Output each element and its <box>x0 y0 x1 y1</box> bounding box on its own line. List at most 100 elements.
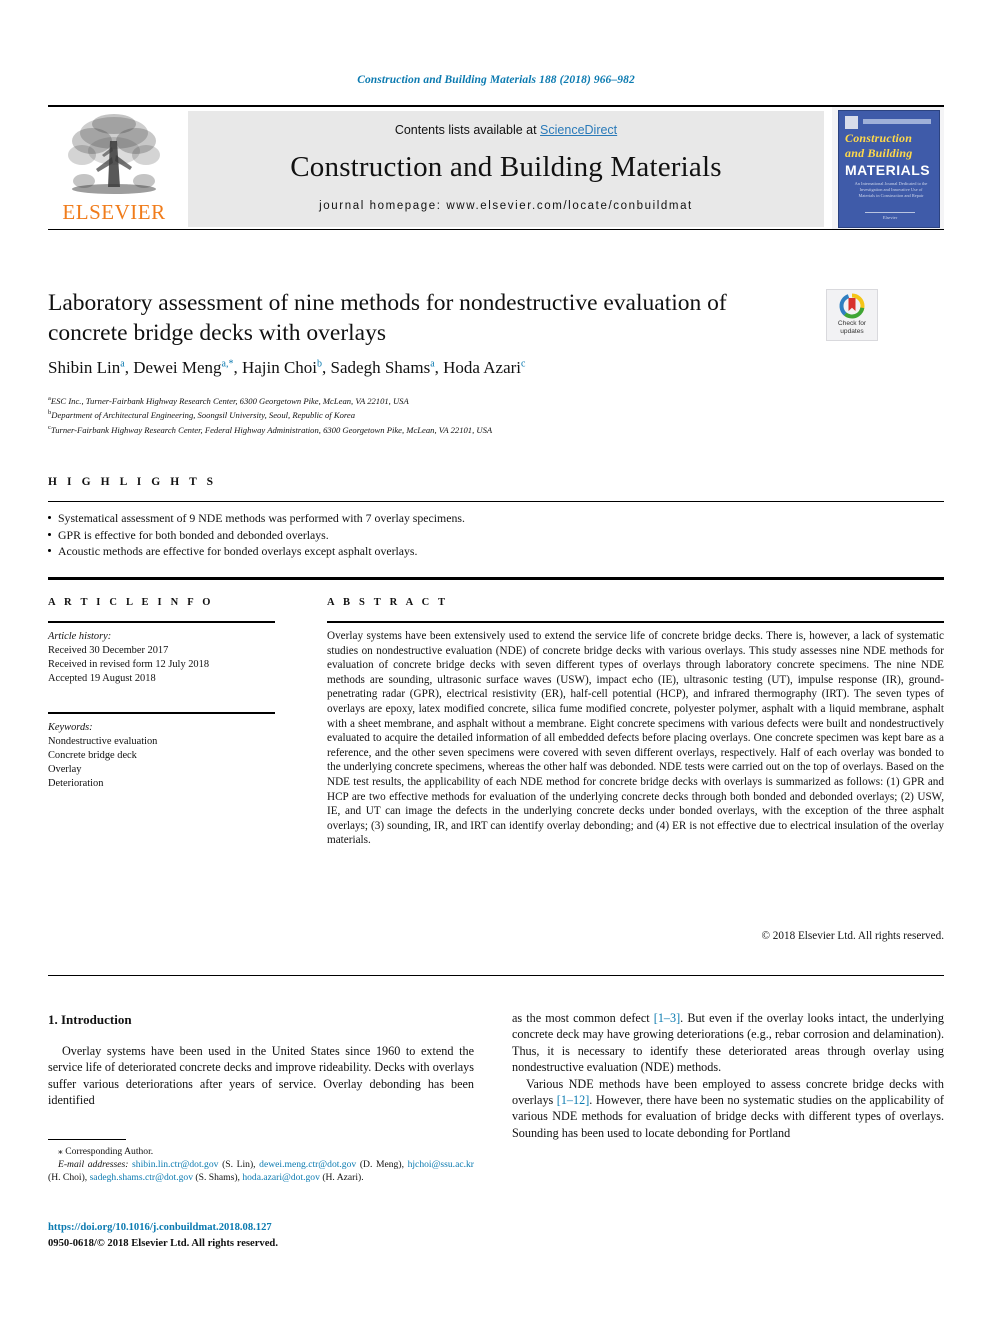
footnote-block: ⁎ Corresponding Author. E-mail addresses… <box>48 1145 474 1185</box>
crossmark-line2: updates <box>840 327 864 335</box>
masthead-bottom-rule <box>48 229 944 230</box>
affiliation-c-text: Turner-Fairbank Highway Research Center,… <box>50 424 493 435</box>
highlight-1-text: GPR is effective for both bonded and deb… <box>58 527 329 542</box>
journal-homepage[interactable]: journal homepage: www.elsevier.com/locat… <box>188 200 824 212</box>
sciencedirect-link[interactable]: ScienceDirect <box>540 123 617 137</box>
affiliation-a-text: ESC Inc., Turner-Fairbank Highway Resear… <box>50 395 409 406</box>
corresponding-author-note: ⁎ Corresponding Author. <box>58 1146 154 1157</box>
highlight-item: Systematical assessment of 9 NDE methods… <box>48 510 748 527</box>
cover-title-line1: Construction <box>845 131 913 145</box>
cover-title-line2: and Building <box>845 146 913 160</box>
highlight-item: GPR is effective for both bonded and deb… <box>48 527 748 544</box>
cover-publisher-mark <box>845 116 858 129</box>
affiliation-c: cTurner-Fairbank Highway Research Center… <box>48 422 848 436</box>
citation-ref-1-12[interactable]: [1–12] <box>557 1093 590 1107</box>
email-label: E-mail addresses: <box>58 1159 129 1171</box>
crossmark-label: Check for updates <box>827 320 877 335</box>
bullet-icon <box>48 549 52 553</box>
author-2-name: Hajin Choi <box>241 358 318 377</box>
author-3-mark[interactable]: a <box>430 358 434 369</box>
email-link-4[interactable]: hoda.azari@dot.gov <box>242 1172 320 1183</box>
author-1-mark[interactable]: a,* <box>222 358 234 369</box>
body-column-right: as the most common defect [1–3]. But eve… <box>512 1010 944 1141</box>
highlight-2-text: Acoustic methods are effective for bonde… <box>58 544 418 558</box>
email-link-0[interactable]: shibin.lin.ctr@dot.gov <box>132 1159 218 1170</box>
crossmark-icon <box>839 293 865 319</box>
highlight-0-text: Systematical assessment of 9 NDE methods… <box>58 511 465 525</box>
keyword-3: Deterioration <box>48 778 104 789</box>
bullet-icon <box>48 516 52 520</box>
cover-top-bar <box>863 119 931 124</box>
email-who-2: (H. Choi) <box>48 1172 85 1184</box>
intro-paragraph-left: Overlay systems have been used in the Un… <box>48 1044 474 1108</box>
keywords-label: Keywords: <box>48 722 93 733</box>
email-who-4: (H. Azari) <box>322 1172 362 1184</box>
affiliation-b: bDepartment of Architectural Engineering… <box>48 407 848 421</box>
journal-masthead: ELSEVIER Contents lists available at Sci… <box>48 105 944 230</box>
keywords-block: Keywords: Nondestructive evaluation Conc… <box>48 721 288 791</box>
author-1-name: Dewei Meng <box>133 358 222 377</box>
paper-page: Construction and Building Materials 188 … <box>0 0 992 1323</box>
contents-line: Contents lists available at ScienceDirec… <box>188 111 824 137</box>
contents-prefix: Contents lists available at <box>394 123 541 137</box>
keyword-2: Overlay <box>48 764 82 775</box>
crossmark-line1: Check for <box>837 320 867 327</box>
keyword-0: Nondestructive evaluation <box>48 736 158 747</box>
article-info-heading: A R T I C L E I N F O <box>48 597 214 608</box>
page-title: Laboratory assessment of nine methods fo… <box>48 290 727 346</box>
highlights-rule <box>48 501 944 502</box>
running-head: Construction and Building Materials 188 … <box>357 74 635 86</box>
email-who-3: (S. Shams) <box>195 1172 238 1184</box>
email-who-1: (D. Meng) <box>359 1159 402 1171</box>
author-list: Shibin Lina, Dewei Menga,*, Hajin Choib,… <box>48 358 526 377</box>
highlights-bottom-rule <box>48 577 944 580</box>
author-4-mark[interactable]: c <box>521 358 525 369</box>
email-who-0: (S. Lin) <box>222 1159 254 1171</box>
citation-ref-1-3[interactable]: [1–3] <box>654 1011 680 1025</box>
body-column-left: Overlay systems have been used in the Un… <box>48 1043 474 1109</box>
author-2-mark[interactable]: b <box>317 358 322 369</box>
author-0-name: Shibin Lin <box>48 358 121 377</box>
author-0-mark[interactable]: a <box>120 358 124 369</box>
affiliation-b-text: Department of Architectural Engineering,… <box>51 410 356 421</box>
abstract-rule <box>327 621 944 623</box>
section-heading-introduction: 1. Introduction <box>48 1012 132 1027</box>
article-history: Article history: Received 30 December 20… <box>48 630 288 686</box>
cover-footer: Elsevier <box>865 212 915 220</box>
email-link-2[interactable]: hjchoi@ssu.ac.kr <box>408 1159 474 1170</box>
crossmark-badge[interactable]: Check for updates <box>826 289 878 341</box>
intro-paragraph-right-2: Various NDE methods have been employed t… <box>512 1076 944 1142</box>
highlights-list: Systematical assessment of 9 NDE methods… <box>48 510 748 560</box>
masthead-band: Contents lists available at ScienceDirec… <box>188 111 824 227</box>
abstract-copyright: © 2018 Elsevier Ltd. All rights reserved… <box>761 930 945 942</box>
author-4-name: Hoda Azari <box>443 358 522 377</box>
abstract-heading: A B S T R A C T <box>327 597 449 608</box>
elsevier-logo: ELSEVIER <box>48 111 180 229</box>
masthead-top-rule <box>48 105 944 107</box>
bullet-icon <box>48 532 52 536</box>
journal-cover-thumbnail[interactable]: Construction and Building MATERIALS An I… <box>832 107 944 229</box>
intro-r1-head: as the most common defect <box>512 1011 654 1025</box>
abstract-body: Overlay systems have been extensively us… <box>327 630 944 847</box>
intro-paragraph-right-1: as the most common defect [1–3]. But eve… <box>512 1010 944 1076</box>
keyword-1: Concrete bridge deck <box>48 750 137 761</box>
elsevier-tree-icon <box>68 114 160 194</box>
article-history-label: Article history: <box>48 631 112 642</box>
elsevier-wordmark: ELSEVIER <box>62 200 166 224</box>
footnote-rule <box>48 1139 126 1140</box>
affiliation-a: aESC Inc., Turner-Fairbank Highway Resea… <box>48 393 848 407</box>
keywords-rule <box>48 712 275 714</box>
email-link-1[interactable]: dewei.meng.ctr@dot.gov <box>259 1159 356 1170</box>
email-link-3[interactable]: sadegh.shams.ctr@dot.gov <box>90 1172 193 1183</box>
article-history-2: Accepted 19 August 2018 <box>48 673 156 684</box>
article-info-rule <box>48 621 275 623</box>
journal-title: Construction and Building Materials <box>290 151 722 183</box>
abstract-bottom-rule <box>48 975 944 976</box>
highlight-item: Acoustic methods are effective for bonde… <box>48 543 748 560</box>
cover-subtitle: An International Journal Dedicated to th… <box>854 181 928 198</box>
doi-link[interactable]: https://doi.org/10.1016/j.conbuildmat.20… <box>48 1222 272 1233</box>
article-history-0: Received 30 December 2017 <box>48 645 169 656</box>
journal-cover-image: Construction and Building MATERIALS An I… <box>838 110 940 228</box>
author-3-name: Sadegh Shams <box>330 358 431 377</box>
highlights-heading: H I G H L I G H T S <box>48 476 217 488</box>
